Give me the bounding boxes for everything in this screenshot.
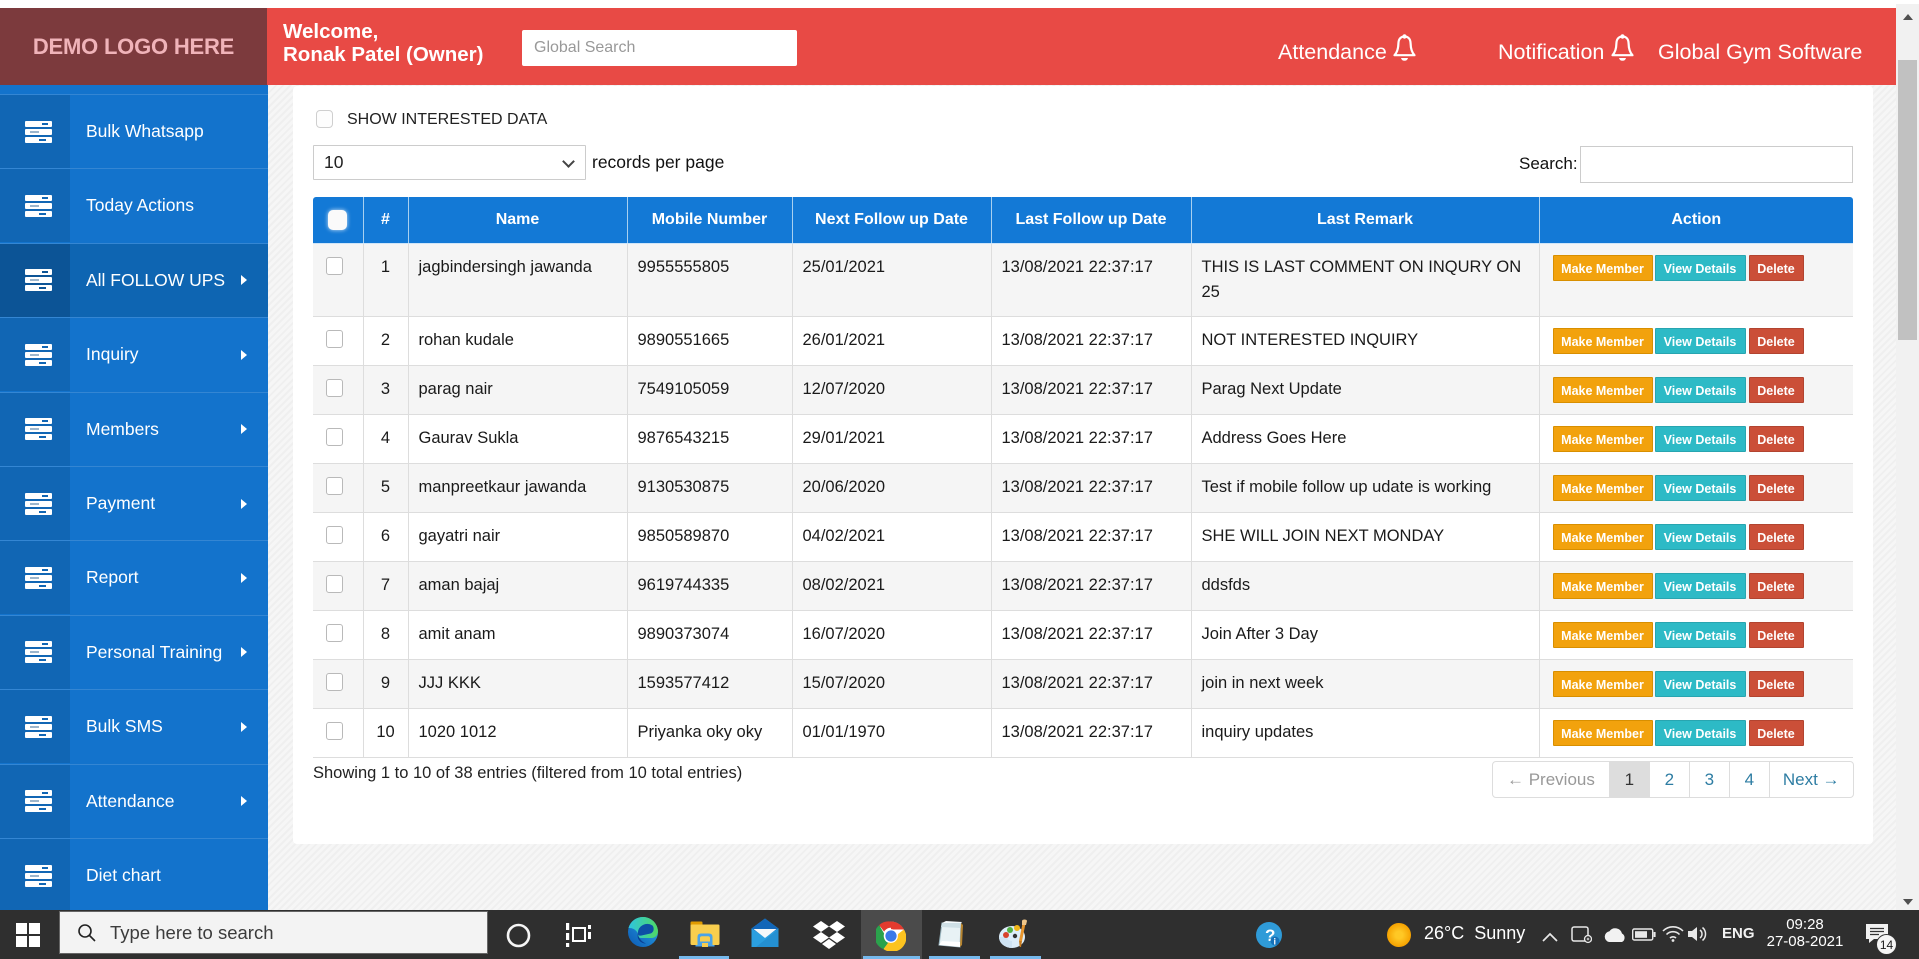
svg-text:i: i xyxy=(1274,937,1277,947)
